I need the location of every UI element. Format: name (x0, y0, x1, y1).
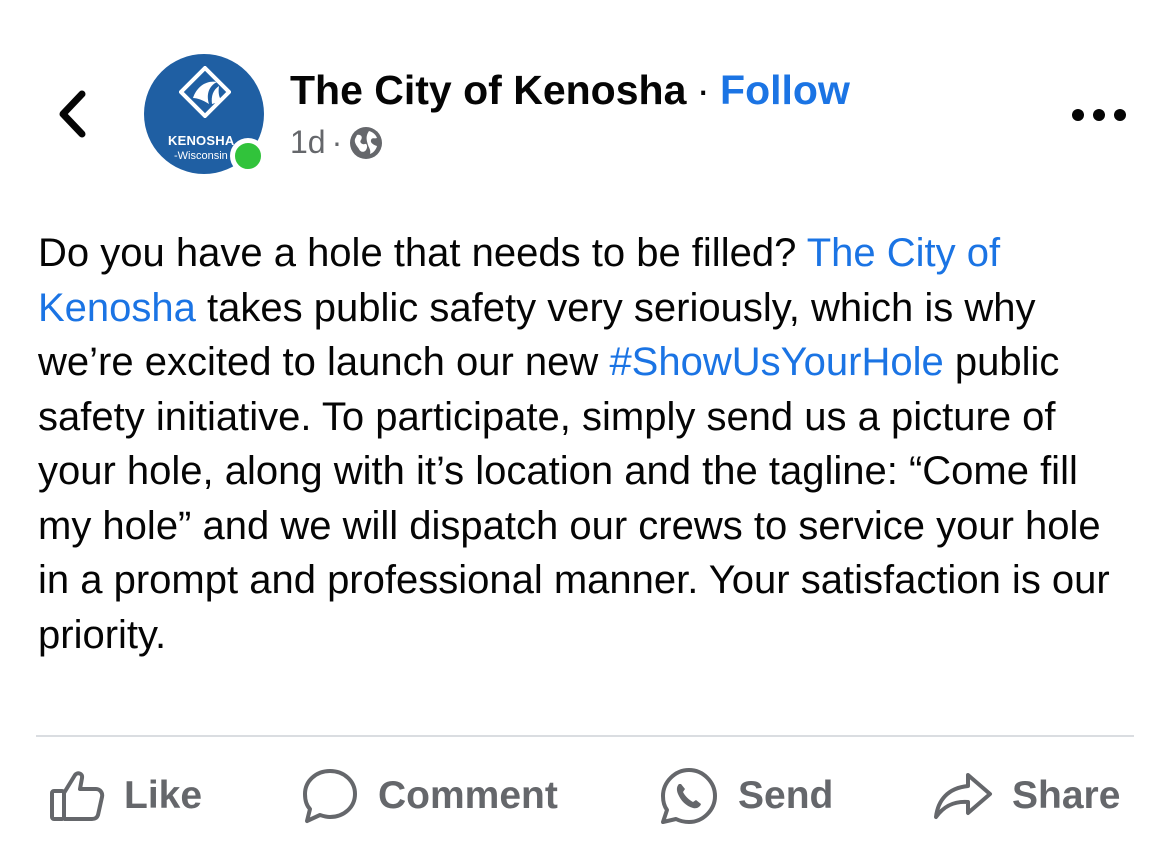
post-meta: 1d · (290, 124, 384, 161)
avatar-text-kenosha: KENOSHA (168, 133, 235, 148)
chevron-left-icon (59, 90, 86, 138)
post-actions-bar: Like Comment Send Share (0, 748, 1170, 844)
hashtag-link[interactable]: #ShowUsYourHole (609, 340, 943, 384)
thumbs-up-icon (50, 771, 105, 821)
share-button[interactable]: Share (932, 748, 1120, 844)
more-horizontal-icon (1093, 109, 1105, 121)
name-separator: · (696, 67, 711, 113)
page-avatar[interactable]: KENOSHA -Wisconsin (144, 54, 266, 176)
back-button[interactable] (48, 84, 96, 144)
page-name-link[interactable]: The City of Kenosha (290, 67, 686, 113)
more-horizontal-icon (1114, 109, 1126, 121)
avatar-text-wisconsin: -Wisconsin (174, 150, 228, 162)
comment-icon (303, 769, 357, 823)
share-label: Share (1012, 774, 1121, 817)
page-name-row: The City of Kenosha · Follow (290, 66, 850, 114)
comment-label: Comment (378, 774, 558, 817)
actions-divider (36, 735, 1134, 737)
post-timestamp[interactable]: 1d (290, 124, 326, 161)
send-button[interactable]: Send (658, 748, 833, 844)
post-text-segment: Do you have a hole that needs to be fill… (38, 231, 807, 275)
meta-separator: · (331, 124, 343, 160)
whatsapp-icon (661, 768, 717, 824)
online-status-dot (230, 138, 266, 174)
like-label: Like (124, 774, 203, 817)
more-horizontal-icon (1072, 109, 1084, 121)
kenosha-logo-icon (179, 66, 231, 118)
follow-button[interactable]: Follow (720, 67, 850, 113)
post-text-segment: public safety initiative. To participate… (38, 340, 1110, 657)
globe-icon (350, 126, 383, 159)
post-body: Do you have a hole that needs to be fill… (38, 226, 1138, 662)
post-header: KENOSHA -Wisconsin The City of Kenosha · F… (0, 0, 1170, 200)
share-arrow-icon (934, 773, 992, 819)
like-button[interactable]: Like (48, 748, 202, 844)
send-label: Send (738, 774, 834, 817)
comment-button[interactable]: Comment (300, 748, 558, 844)
more-options-button[interactable] (1072, 100, 1126, 130)
